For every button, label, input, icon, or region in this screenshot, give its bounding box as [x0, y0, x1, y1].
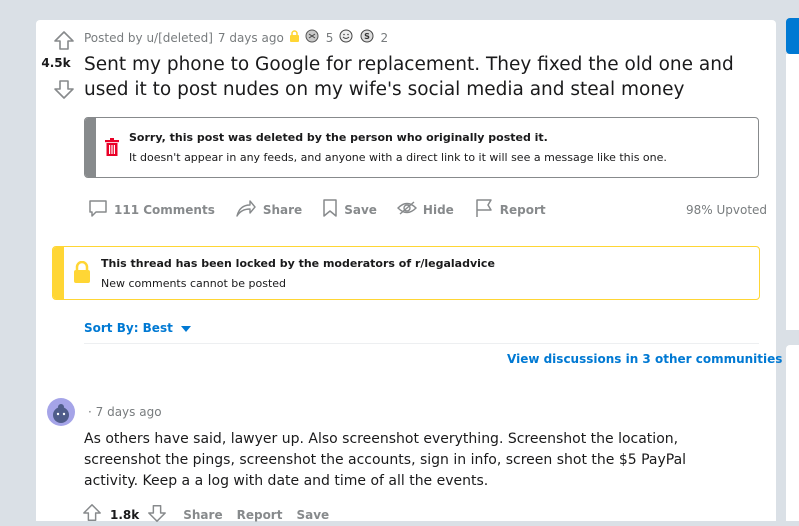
comment-upvote-icon[interactable]: [82, 503, 102, 526]
post-title[interactable]: Sent my phone to Google for replacement.…: [84, 52, 774, 102]
comment-time: · 7 days ago: [88, 405, 162, 419]
comment-share-button[interactable]: Share: [183, 508, 222, 522]
report-label: Report: [499, 202, 546, 217]
upvote-icon[interactable]: [44, 30, 84, 56]
locked-notice-subtitle: New comments cannot be posted: [101, 277, 287, 290]
share-icon: [235, 198, 257, 221]
post-meta: Posted by u/[deleted] 7 days ago 5 S 2: [84, 29, 388, 46]
award-face-icon[interactable]: [338, 29, 354, 46]
comments-button[interactable]: 111 Comments: [88, 198, 215, 221]
comments-label: 111 Comments: [114, 202, 215, 217]
sort-label: Sort By: Best: [84, 321, 173, 335]
divider: [84, 343, 759, 344]
hide-label: Hide: [422, 202, 454, 217]
award-coin-icon[interactable]: S: [359, 29, 375, 46]
report-button[interactable]: Report: [474, 198, 546, 221]
deleted-notice-title: Sorry, this post was deleted by the pers…: [129, 131, 548, 144]
trash-icon: [104, 138, 120, 160]
svg-text:S: S: [365, 32, 371, 41]
save-button[interactable]: Save: [322, 198, 377, 221]
award1-count: 5: [325, 30, 334, 45]
comment-save-button[interactable]: Save: [296, 508, 329, 522]
comment-vote-count: 1.8k: [110, 507, 140, 522]
flag-icon: [474, 198, 494, 221]
award2-count: 2: [380, 30, 389, 45]
sidebar-panel-lower: [786, 345, 799, 521]
other-discussions-link[interactable]: View discussions in 3 other communities: [507, 352, 782, 366]
save-label: Save: [344, 202, 377, 217]
post-vote-count: 4.5k: [41, 56, 71, 70]
deleted-notice-subtitle: It doesn't appear in any feeds, and anyo…: [129, 151, 667, 164]
hide-icon: [396, 200, 417, 219]
deleted-notice-bar: [85, 118, 96, 177]
sidebar-panel: [786, 54, 799, 330]
caret-down-icon: [180, 321, 191, 335]
locked-notice: This thread has been locked by the moder…: [52, 246, 760, 300]
sidebar-accent: [786, 18, 799, 54]
share-label: Share: [262, 202, 303, 217]
posted-by[interactable]: Posted by u/[deleted]: [84, 31, 213, 45]
post-actions: 111 Comments Share Save Hide Report: [88, 198, 566, 221]
downvote-icon[interactable]: [44, 78, 84, 104]
comment-downvote-icon[interactable]: [147, 503, 167, 526]
lock-icon: [289, 30, 300, 45]
post-time[interactable]: 7 days ago: [218, 31, 284, 45]
comment-icon: [88, 198, 108, 221]
share-button[interactable]: Share: [235, 198, 302, 221]
deleted-notice: Sorry, this post was deleted by the pers…: [84, 117, 759, 178]
locked-notice-bar: [53, 247, 64, 299]
comment-report-button[interactable]: Report: [237, 508, 283, 522]
comment-body: As others have said, lawyer up. Also scr…: [84, 431, 687, 489]
sort-dropdown[interactable]: Sort By: Best: [84, 321, 191, 335]
bookmark-icon: [322, 198, 338, 221]
upvote-ratio: 98% Upvoted: [686, 203, 768, 217]
lock-icon: [73, 260, 91, 287]
comment-actions: 1.8k Share Report Save: [82, 503, 329, 526]
avatar[interactable]: [47, 398, 75, 426]
hide-button[interactable]: Hide: [396, 200, 454, 219]
locked-notice-title: This thread has been locked by the moder…: [101, 257, 495, 270]
award-silver-icon[interactable]: [305, 29, 321, 46]
